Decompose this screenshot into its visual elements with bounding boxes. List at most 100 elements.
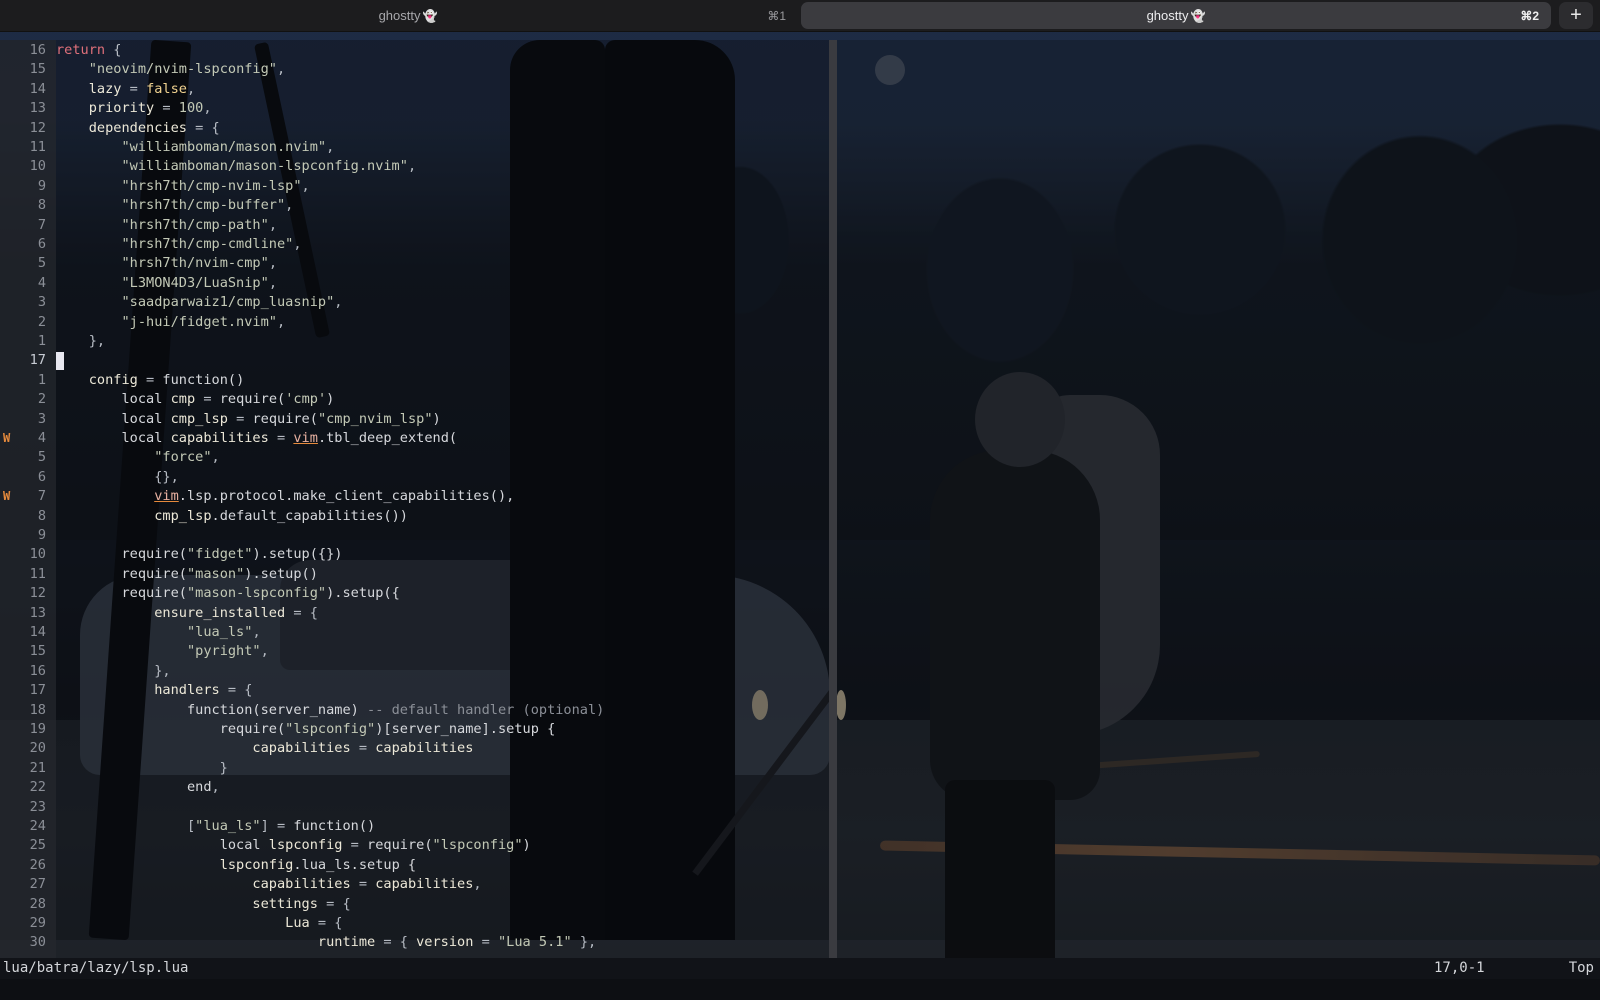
code-line[interactable]: 6 "hrsh7th/cmp-cmdline", (0, 235, 829, 254)
code-token: ) (326, 391, 335, 408)
code-line[interactable]: 10 require("fidget").setup({}) (0, 545, 829, 564)
command-line[interactable] (0, 979, 1600, 1000)
code-token: , (276, 313, 286, 330)
code-token: , (285, 197, 294, 214)
ghost-icon: 👻 (422, 8, 438, 23)
code-line[interactable]: 7 "hrsh7th/cmp-path", (0, 216, 829, 235)
editor-pane[interactable]: 16 return {15 "neovim/nvim-lspconfig", 14 … (0, 40, 837, 958)
code-line[interactable]: 29 Lua = { (0, 914, 829, 933)
ghost-icon: 👻 (1190, 8, 1206, 23)
code-line[interactable]: 22 end, (0, 778, 829, 797)
code-line[interactable]: 27 capabilities = capabilities, (0, 875, 829, 894)
code-token: "fidget" (186, 546, 253, 563)
line-number: 10 (29, 158, 46, 175)
code-line[interactable]: 26 lspconfig.lua_ls.setup { (0, 856, 829, 875)
split-divider[interactable] (829, 40, 837, 958)
code-line[interactable]: 2 "j-hui/fidget.nvim", (0, 313, 829, 332)
code-line[interactable]: 1 }, (0, 332, 829, 351)
code-text: local capabilities = vim.tbl_deep_extend… (56, 429, 457, 448)
code-line[interactable]: 23 (0, 798, 829, 817)
code-line[interactable]: 9 "hrsh7th/cmp-nvim-lsp", (0, 177, 829, 196)
line-number: 27 (29, 876, 46, 893)
code-token: cmp_lsp (170, 410, 228, 427)
code-line[interactable]: 19 require("lspconfig")[server_name].set… (0, 720, 829, 739)
code-line[interactable]: 1 config = function() (0, 371, 829, 390)
code-text: ["lua_ls"] = function() (56, 817, 375, 836)
code-line[interactable]: 13 priority = 100, (0, 99, 829, 118)
code-line[interactable]: 13 ensure_installed = { (0, 604, 829, 623)
tab-ghostty-2[interactable]: ghostty 👻 ⌘2 (801, 2, 1551, 29)
code-line[interactable]: 11 require("mason").setup() (0, 565, 829, 584)
code-line[interactable]: 15 "neovim/nvim-lspconfig", (0, 60, 829, 79)
tab-ghostty-1[interactable]: ghostty 👻 ⌘1 (18, 2, 798, 29)
code-token: ] = (260, 818, 294, 834)
code-line[interactable]: 12 require("mason-lspconfig").setup({ (0, 584, 829, 603)
code-line[interactable]: 16 return { (0, 41, 829, 60)
code-line[interactable]: 18 function(server_name) -- default hand… (0, 701, 829, 720)
line-number: 25 (29, 837, 46, 854)
code-text: } (56, 759, 228, 778)
code-line[interactable]: 14 "lua_ls", (0, 623, 829, 642)
code-line[interactable]: 21 } (0, 759, 829, 778)
code-token: version (416, 934, 474, 951)
code-line[interactable]: 20 capabilities = capabilities (0, 739, 829, 758)
code-line[interactable]: W7 vim.lsp.protocol.make_client_capabili… (0, 487, 829, 506)
code-token: ).setup({ (326, 585, 400, 602)
code-line[interactable]: 8 "hrsh7th/cmp-buffer", (0, 196, 829, 215)
code-line[interactable]: 11 "williamboman/mason.nvim", (0, 138, 829, 157)
code-token: ) (432, 410, 441, 427)
code-line[interactable]: 3 "saadparwaiz1/cmp_luasnip", (0, 293, 829, 312)
code-line[interactable]: 10 "williamboman/mason-lspconfig.nvim", (0, 157, 829, 176)
code-token: = (154, 100, 179, 117)
code-line[interactable]: 15 "pyright", (0, 642, 829, 661)
line-number: 11 (29, 139, 46, 155)
code-line[interactable]: 5 "force", (0, 448, 829, 467)
code-line[interactable]: 16 }, (0, 662, 829, 681)
code-line[interactable]: 9 (0, 526, 829, 545)
code-token: local (121, 430, 171, 446)
code-token: , (211, 779, 220, 796)
code-line[interactable]: 17 (0, 351, 829, 371)
code-line[interactable]: 12 dependencies = { (0, 119, 829, 138)
code-line[interactable]: 8 cmp_lsp.default_capabilities()) (0, 507, 829, 526)
code-text: "pyright", (56, 642, 269, 661)
code-line[interactable]: 25 local lspconfig = require("lspconfig"… (0, 836, 829, 855)
code-line[interactable]: 17 handlers = { (0, 681, 829, 700)
new-tab-button[interactable]: + (1559, 2, 1593, 29)
code-line[interactable]: 2 local cmp = require('cmp') (0, 390, 829, 409)
code-line[interactable]: 30 runtime = { version = "Lua 5.1" }, (0, 933, 829, 952)
line-number: 3 (37, 410, 46, 427)
line-number: 26 (29, 856, 46, 873)
line-number: 21 (29, 759, 46, 776)
code-line[interactable]: 14 lazy = false, (0, 80, 829, 99)
code-token: , (252, 624, 261, 640)
code-token: , (186, 80, 196, 97)
code-token: "hrsh7th/cmp-path" (121, 216, 269, 233)
code-token: "lspconfig" (285, 721, 376, 737)
line-number: 13 (29, 604, 46, 621)
code-line[interactable]: 5 "hrsh7th/nvim-cmp", (0, 254, 829, 273)
code-token: , (277, 61, 286, 78)
code-text: "hrsh7th/cmp-nvim-lsp", (56, 177, 309, 196)
code-line[interactable]: 4 "L3MON4D3/LuaSnip", (0, 274, 829, 293)
code-line[interactable]: 3 local cmp_lsp = require("cmp_nvim_lsp"… (0, 410, 829, 429)
code-token: -- default handler (optional) (358, 701, 605, 718)
code-token: "mason-lspconfig" (186, 585, 327, 602)
code-text: capabilities = capabilities, (56, 875, 481, 894)
code-line[interactable]: 6 {}, (0, 468, 829, 487)
code-text: "hrsh7th/nvim-cmp", (56, 254, 277, 273)
code-token: ).setup() (244, 565, 318, 582)
code-line[interactable]: 28 settings = { (0, 895, 829, 914)
code-token: capabilities (375, 740, 474, 757)
code-line[interactable]: 24 ["lua_ls"] = function() (0, 817, 829, 836)
code-line[interactable]: W4 local capabilities = vim.tbl_deep_ext… (0, 429, 829, 448)
code-token: require( (121, 585, 187, 602)
code-token: priority (88, 100, 155, 117)
